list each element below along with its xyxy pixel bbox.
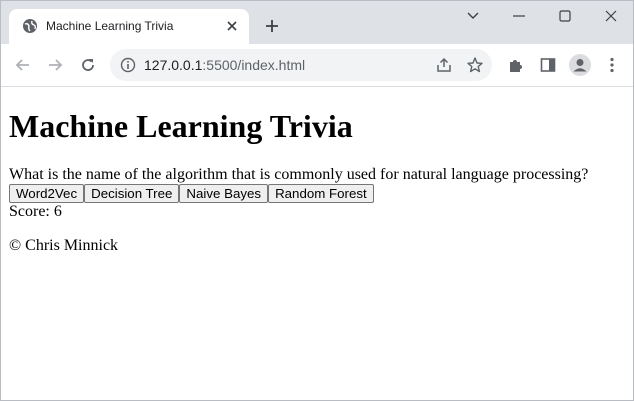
profile-button[interactable]: [568, 53, 592, 77]
extensions-button[interactable]: [504, 53, 528, 77]
url-text: 127.0.0.1:5500/index.html: [144, 57, 305, 73]
close-icon[interactable]: [223, 17, 241, 35]
side-panel-button[interactable]: [536, 53, 560, 77]
plus-icon: [266, 20, 278, 32]
avatar-icon: [569, 54, 591, 76]
answer-button-naive-bayes[interactable]: Naive Bayes: [179, 184, 269, 203]
answer-button-decision-tree[interactable]: Decision Tree: [84, 184, 180, 203]
browser-toolbar: 127.0.0.1:5500/index.html: [1, 44, 633, 87]
tab-title: Machine Learning Trivia: [46, 19, 174, 33]
share-icon[interactable]: [435, 56, 453, 74]
url-path: :5500/index.html: [202, 57, 306, 73]
menu-button[interactable]: [600, 53, 624, 77]
globe-icon: [22, 18, 38, 34]
maximize-button[interactable]: [542, 5, 588, 27]
reload-icon: [82, 59, 94, 71]
answer-buttons: Word2Vec Decision Tree Naive Bayes Random F…: [9, 184, 625, 203]
address-bar[interactable]: 127.0.0.1:5500/index.html: [110, 49, 492, 81]
browser-window: Machine Learning Trivia 127.0.0.1:5500/i…: [0, 0, 634, 401]
close-icon: [605, 10, 617, 22]
url-host: 127.0.0.1: [144, 57, 203, 73]
page-title: Machine Learning Trivia: [9, 108, 353, 144]
window-close-button[interactable]: [588, 5, 633, 27]
kebab-menu-icon: [610, 57, 614, 73]
reload-button[interactable]: [76, 53, 100, 77]
tab-active[interactable]: Machine Learning Trivia: [9, 9, 249, 44]
forward-button[interactable]: [43, 53, 67, 77]
tab-strip: Machine Learning Trivia: [1, 1, 633, 44]
bookmark-star-icon[interactable]: [466, 56, 484, 74]
arrow-left-icon: [15, 59, 29, 71]
minimize-icon: [513, 15, 525, 17]
page-content: Machine Learning Trivia What is the name…: [1, 87, 633, 400]
info-icon[interactable]: [120, 57, 136, 73]
puzzle-icon: [510, 60, 522, 72]
chevron-down-icon: [467, 12, 479, 19]
side-panel-icon: [540, 58, 556, 72]
back-button[interactable]: [11, 53, 35, 77]
score-text: Score: 6: [9, 203, 62, 220]
new-tab-button[interactable]: [260, 14, 284, 38]
question-text: What is the name of the algorithm that i…: [9, 166, 589, 183]
answer-button-random-forest[interactable]: Random Forest: [268, 184, 374, 203]
tab-search-button[interactable]: [450, 5, 496, 27]
copyright-footer: © Chris Minnick: [9, 237, 119, 254]
maximize-icon: [559, 10, 571, 22]
answer-button-word2vec[interactable]: Word2Vec: [9, 184, 85, 203]
arrow-right-icon: [49, 59, 63, 71]
minimize-button[interactable]: [496, 5, 542, 27]
